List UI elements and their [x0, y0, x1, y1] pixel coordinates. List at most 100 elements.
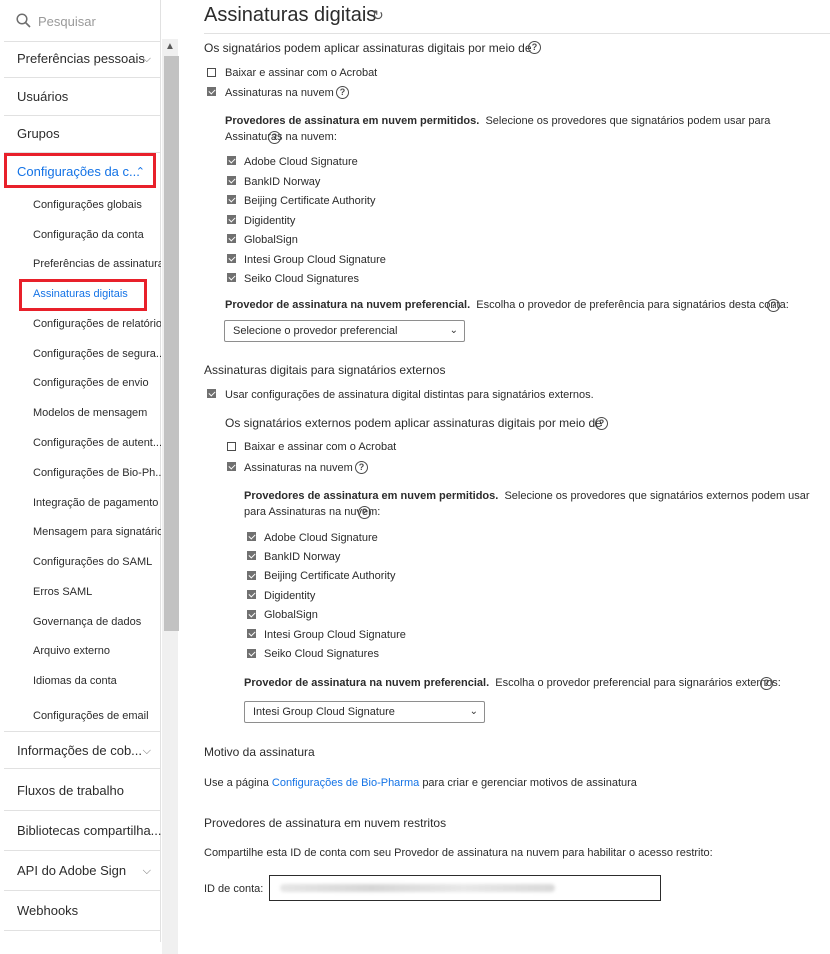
sidebar-item-shared-libraries[interactable]: Bibliotecas compartilha...: [4, 811, 161, 851]
sidebar-subitem-saml-settings[interactable]: Configurações do SAML: [33, 554, 161, 570]
help-icon[interactable]: ?: [760, 677, 773, 690]
preferred-provider-label: Provedor de assinatura na nuvem preferen…: [225, 299, 471, 311]
redacted-account-id: [280, 884, 555, 892]
select-value: Intesi Group Cloud Signature: [253, 706, 395, 718]
preferred-provider-description: Provedor de assinatura na nuvem preferen…: [225, 298, 789, 312]
checkbox-use-distinct-settings[interactable]: [207, 389, 216, 398]
sidebar-item-groups[interactable]: Grupos: [4, 115, 161, 153]
checkbox-provider-adobe[interactable]: [227, 156, 236, 165]
providers-label: Provedores de assinatura em nuvem permit…: [225, 115, 480, 127]
scroll-up-icon[interactable]: ▲: [165, 42, 175, 52]
sidebar-item-workflows[interactable]: Fluxos de trabalho: [4, 771, 161, 811]
checkbox-label: Assinaturas na nuvem: [225, 87, 334, 99]
sidebar-item-label: Informações de cob...: [17, 743, 143, 758]
sidebar-subitem-message-templates[interactable]: Modelos de mensagem: [33, 405, 161, 421]
search-input[interactable]: [38, 8, 153, 34]
biopharma-settings-link[interactable]: Configurações de Bio-Pharma: [272, 777, 419, 789]
help-icon[interactable]: ?: [528, 41, 541, 54]
checkbox-label: Usar configurações de assinatura digital…: [225, 389, 594, 401]
sidebar-subitem-email-settings[interactable]: Configurações de email: [33, 708, 161, 724]
account-id-field[interactable]: [269, 875, 661, 901]
sidebar-item-label: Bibliotecas compartilha...: [17, 823, 161, 838]
checkbox-external-provider-digidentity[interactable]: [247, 590, 256, 599]
checkbox-external-provider-globalsign[interactable]: [247, 610, 256, 619]
sidebar-subitem-data-governance[interactable]: Governança de dados: [33, 614, 161, 630]
sidebar-item-billing-info[interactable]: Informações de cob... ⌵: [4, 731, 161, 769]
checkbox-external-download-acrobat[interactable]: [227, 442, 236, 451]
chevron-down-icon: ⌄: [469, 706, 478, 717]
help-icon[interactable]: ?: [268, 131, 281, 144]
chevron-up-icon: ⌃: [135, 166, 145, 178]
page-title: Assinaturas digitais: [204, 4, 377, 26]
chevron-down-icon: ⌄: [449, 325, 458, 336]
sidebar-subitem-signature-preferences[interactable]: Preferências de assinatura: [33, 256, 161, 272]
checkbox-external-provider-seiko[interactable]: [247, 649, 256, 658]
checkbox-provider-intesi[interactable]: [227, 254, 236, 263]
sidebar-subitem-global-settings[interactable]: Configurações globais: [33, 197, 161, 213]
section-heading: Provedores de assinatura em nuvem restri…: [204, 816, 447, 830]
sidebar-item-label: Fluxos de trabalho: [17, 783, 124, 798]
reason-text-before: Use a página: [204, 777, 269, 789]
checkbox-provider-bankid[interactable]: [227, 176, 236, 185]
preferred-provider-select[interactable]: Selecione o provedor preferencial ⌄: [224, 320, 465, 342]
sidebar-subitem-authentication-settings[interactable]: Configurações de autent...: [33, 435, 161, 451]
help-icon[interactable]: ?: [355, 461, 368, 474]
checkbox-label: Baixar e assinar com o Acrobat: [244, 441, 397, 453]
sidebar-nav: Preferências pessoais ⌵ Usuários Grupos …: [4, 0, 161, 942]
provider-label: BankID Norway: [264, 551, 341, 563]
external-providers-description: Provedores de assinatura em nuvem permit…: [244, 488, 824, 520]
sidebar-item-account-settings[interactable]: Configurações da c... ⌃: [4, 153, 156, 188]
sidebar-subitem-biopharma-settings[interactable]: Configurações de Bio-Ph...: [33, 465, 161, 481]
sidebar-subitem-external-archive[interactable]: Arquivo externo: [33, 643, 161, 659]
divider: [204, 33, 830, 34]
checkbox-provider-globalsign[interactable]: [227, 234, 236, 243]
sidebar-subitem-payment-integration[interactable]: Integração de pagamento: [33, 495, 161, 511]
refresh-icon[interactable]: ↻: [372, 7, 384, 24]
checkbox-provider-beijing[interactable]: [227, 195, 236, 204]
sidebar-item-users[interactable]: Usuários: [4, 78, 161, 116]
reason-description: Use a página Configurações de Bio-Pharma…: [204, 776, 637, 790]
provider-label: GlobalSign: [244, 234, 298, 246]
sidebar-scrollbar[interactable]: ▲: [162, 39, 179, 954]
external-preferred-provider-select[interactable]: Intesi Group Cloud Signature ⌄: [244, 701, 485, 723]
checkbox-external-provider-bankid[interactable]: [247, 551, 256, 560]
chevron-down-icon: ⌵: [142, 865, 151, 877]
sidebar-subitem-report-settings[interactable]: Configurações de relatório: [33, 316, 161, 332]
account-id-label: ID de conta:: [204, 883, 264, 895]
checkbox-external-provider-adobe[interactable]: [247, 532, 256, 541]
checkbox-provider-digidentity[interactable]: [227, 215, 236, 224]
external-preferred-provider-description: Provedor de assinatura na nuvem preferen…: [244, 676, 781, 690]
help-icon[interactable]: ?: [336, 86, 349, 99]
sidebar-item-label: Webhooks: [17, 903, 79, 918]
scrollbar-thumb[interactable]: [164, 56, 179, 631]
checkbox-external-provider-beijing[interactable]: [247, 571, 256, 580]
provider-label: Digidentity: [244, 215, 296, 227]
sidebar-item-webhooks[interactable]: Webhooks: [4, 891, 161, 931]
help-icon[interactable]: ?: [358, 506, 371, 519]
checkbox-external-cloud-signatures[interactable]: [227, 462, 236, 471]
sidebar-subitem-signer-message[interactable]: Mensagem para signatário: [33, 524, 161, 540]
sidebar-subitem-saml-errors[interactable]: Erros SAML: [33, 584, 161, 600]
checkbox-provider-seiko[interactable]: [227, 273, 236, 282]
sidebar-item-api[interactable]: API do Adobe Sign ⌵: [4, 851, 161, 891]
sidebar-item-label: API do Adobe Sign: [17, 863, 127, 878]
search-box[interactable]: [4, 0, 161, 42]
highlight-box: [19, 279, 147, 311]
sidebar-subitem-security-settings[interactable]: Configurações de segura...: [33, 346, 161, 362]
sidebar-item-personal-preferences[interactable]: Preferências pessoais ⌵: [4, 40, 161, 78]
reason-text-after: para criar e gerenciar motivos de assina…: [422, 777, 637, 789]
sidebar: Preferências pessoais ⌵ Usuários Grupos …: [0, 0, 180, 954]
sidebar-subitem-account-languages[interactable]: Idiomas da conta: [33, 673, 161, 689]
search-icon: [16, 13, 31, 28]
checkbox-external-provider-intesi[interactable]: [247, 629, 256, 638]
help-icon[interactable]: ?: [595, 417, 608, 430]
sidebar-subitem-account-setup[interactable]: Configuração da conta: [33, 227, 161, 243]
help-icon[interactable]: ?: [767, 299, 780, 312]
checkbox-download-acrobat[interactable]: [207, 68, 216, 77]
provider-label: Intesi Group Cloud Signature: [264, 629, 406, 641]
checkbox-cloud-signatures[interactable]: [207, 87, 216, 96]
sidebar-item-label: Preferências pessoais: [17, 51, 145, 66]
preferred-provider-text: Escolha o provedor de preferência para s…: [476, 299, 789, 311]
sidebar-subitem-send-settings[interactable]: Configurações de envio: [33, 375, 161, 391]
section-heading: Motivo da assinatura: [204, 745, 315, 759]
